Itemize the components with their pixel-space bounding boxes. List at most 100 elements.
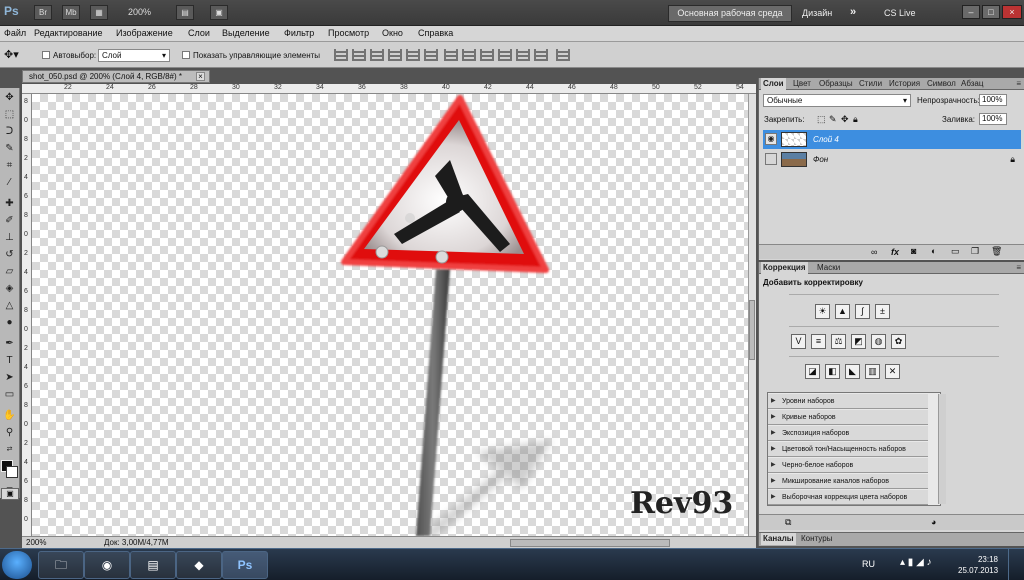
levels-icon[interactable]: ▲	[835, 304, 850, 319]
distribute-hcenter-icon[interactable]	[516, 49, 530, 61]
tab-history[interactable]: История	[887, 79, 922, 88]
screen-mode-tool-icon[interactable]: ▣	[1, 488, 19, 500]
posterize-icon[interactable]: ◧	[825, 364, 840, 379]
link-icon[interactable]: ∞	[871, 247, 877, 257]
curves-icon[interactable]: ∫	[855, 304, 870, 319]
history-brush-tool-icon[interactable]: ↺	[2, 247, 17, 262]
distribute-top-icon[interactable]	[444, 49, 458, 61]
fill-input[interactable]: 100%	[979, 113, 1007, 125]
lock-all-icon[interactable]: 🔒︎	[853, 114, 858, 125]
clone-stamp-tool-icon[interactable]: ⊥	[2, 230, 17, 245]
preset-hue-saturation[interactable]: Цветовой тон/Насыщенность наборов	[768, 442, 928, 457]
channel-mixer-icon[interactable]: ✿	[891, 334, 906, 349]
system-clock[interactable]: 23:18 25.07.2013	[958, 554, 998, 576]
menu-edit[interactable]: Редактирование	[34, 28, 103, 38]
align-hcenter-icon[interactable]	[406, 49, 420, 61]
distribute-vcenter-icon[interactable]	[462, 49, 476, 61]
tab-channels[interactable]: Каналы	[761, 533, 796, 545]
selective-color-icon[interactable]: ✕	[885, 364, 900, 379]
lock-position-icon[interactable]: ✥	[841, 114, 849, 125]
zoom-tool-icon[interactable]: ⚲	[2, 425, 17, 440]
preset-exposure[interactable]: Экспозиция наборов	[768, 426, 928, 441]
status-zoom[interactable]: 200%	[26, 538, 46, 547]
presets-scrollbar[interactable]	[938, 394, 946, 504]
eye-icon[interactable]: ◉	[765, 133, 777, 145]
hue-saturation-icon[interactable]: ≡	[811, 334, 826, 349]
move-tool-icon[interactable]: ✥	[2, 90, 17, 105]
align-vcenter-icon[interactable]	[352, 49, 366, 61]
menu-file[interactable]: Файл	[4, 28, 26, 38]
lasso-tool-icon[interactable]: ᑐ	[2, 124, 17, 139]
tab-paths[interactable]: Контуры	[799, 534, 834, 543]
tab-paragraph[interactable]: Абзац	[959, 79, 985, 88]
cs-live-button[interactable]: CS Live	[884, 8, 916, 18]
autoselect-dropdown[interactable]: Слой ▾	[98, 49, 170, 62]
bridge-icon[interactable]: Br	[34, 5, 52, 20]
preset-selective-color[interactable]: Выборочная коррекция цвета наборов	[768, 490, 928, 505]
media-taskbar-icon[interactable]: ▤	[130, 551, 176, 579]
layer-row[interactable]: ◉ Слой 4	[763, 130, 1021, 149]
preset-levels[interactable]: Уровни наборов	[768, 394, 928, 409]
tab-color[interactable]: Цвет	[791, 79, 813, 88]
minibridge-icon[interactable]: Mb	[62, 5, 80, 20]
vibrance-icon[interactable]: V	[791, 334, 806, 349]
align-left-icon[interactable]	[388, 49, 402, 61]
brush-tool-icon[interactable]: ✐	[2, 213, 17, 228]
tab-styles[interactable]: Стили	[857, 79, 884, 88]
clip-to-layer-icon[interactable]: ⧉	[785, 517, 791, 528]
adjustment-icon[interactable]: ◐	[931, 246, 936, 256]
photoshop-taskbar-icon[interactable]: Ps	[222, 551, 268, 579]
gradient-map-icon[interactable]: ▥	[865, 364, 880, 379]
horizontal-ruler[interactable]: 222426283032343638404244464850525456	[22, 84, 786, 94]
hand-tool-icon[interactable]: ✋	[2, 408, 17, 423]
chrome-taskbar-icon[interactable]: ◉	[84, 551, 130, 579]
layer-row[interactable]: Фон 🔒︎	[763, 150, 1021, 169]
tab-layers[interactable]: Слои	[761, 78, 786, 90]
horizontal-scrollbar[interactable]	[510, 539, 670, 547]
document-canvas[interactable]	[32, 94, 748, 536]
show-controls-checkbox[interactable]	[182, 51, 190, 59]
paint-bucket-tool-icon[interactable]: ◈	[2, 281, 17, 296]
auto-align-icon[interactable]	[556, 49, 570, 61]
path-selection-tool-icon[interactable]: ➤	[2, 370, 17, 385]
explorer-taskbar-icon[interactable]: 🗀	[38, 551, 84, 579]
close-button[interactable]: ×	[1002, 5, 1022, 19]
arrange-documents-icon[interactable]: ▤	[176, 5, 194, 20]
dodge-tool-icon[interactable]: ●	[2, 315, 17, 330]
mask-icon[interactable]: ◙	[911, 246, 916, 256]
healing-brush-tool-icon[interactable]: ✚	[2, 196, 17, 211]
workspace-switcher-button[interactable]: Основная рабочая среда	[668, 5, 792, 22]
panel-menu-icon[interactable]: ≡	[1016, 263, 1021, 272]
quick-selection-tool-icon[interactable]: ✎	[2, 141, 17, 156]
pen-tool-icon[interactable]: ✒	[2, 336, 17, 351]
color-balance-icon[interactable]: ⚖	[831, 334, 846, 349]
tab-masks[interactable]: Маски	[815, 263, 842, 272]
new-layer-icon[interactable]: ❐	[971, 246, 979, 257]
menu-layers[interactable]: Слои	[188, 28, 210, 38]
move-tool-preset-icon[interactable]: ✥▾	[4, 48, 19, 61]
black-white-icon[interactable]: ◩	[851, 334, 866, 349]
show-desktop-button[interactable]	[1008, 549, 1024, 580]
preset-curves[interactable]: Кривые наборов	[768, 410, 928, 425]
eyedropper-tool-icon[interactable]: ⁄	[2, 175, 17, 190]
menu-select[interactable]: Выделение	[222, 28, 270, 38]
reset-icon[interactable]: ◕	[931, 517, 936, 527]
blend-mode-dropdown[interactable]: Обычные ▾	[763, 94, 911, 107]
eye-hidden-icon[interactable]	[765, 153, 777, 165]
shape-tool-icon[interactable]: ▭	[2, 387, 17, 402]
tab-character[interactable]: Символ	[925, 79, 958, 88]
lock-image-icon[interactable]: ✎	[829, 114, 837, 125]
crop-tool-icon[interactable]: ⌗	[2, 158, 17, 173]
vertical-scrollbar-thumb[interactable]	[749, 300, 755, 360]
brightness-contrast-icon[interactable]: ☀	[815, 304, 830, 319]
maximize-button[interactable]: □	[982, 5, 1000, 19]
autoselect-checkbox[interactable]	[42, 51, 50, 59]
fx-icon[interactable]: fx	[891, 247, 899, 257]
document-close-icon[interactable]: ×	[196, 72, 205, 81]
opacity-input[interactable]: 100%	[979, 94, 1007, 106]
screen-mode-icon[interactable]: ▣	[210, 5, 228, 20]
trash-icon[interactable]: 🗑︎	[991, 246, 1002, 257]
menu-image[interactable]: Изображение	[116, 28, 173, 38]
menu-help[interactable]: Справка	[418, 28, 453, 38]
panel-menu-icon[interactable]: ≡	[1016, 79, 1021, 88]
